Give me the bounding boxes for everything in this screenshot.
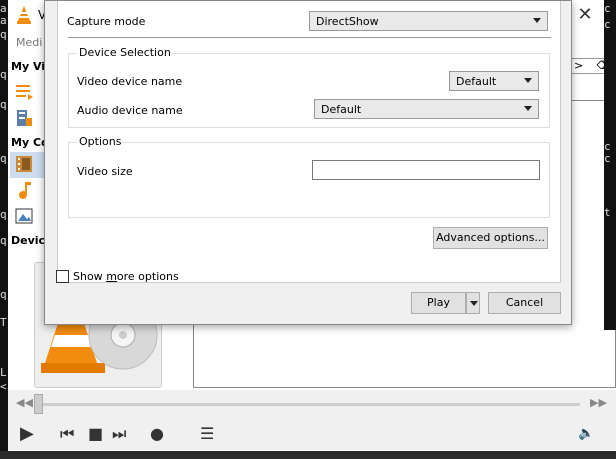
vlc-cone-icon bbox=[17, 6, 31, 24]
chevron-down-icon bbox=[524, 106, 532, 111]
previous-icon[interactable]: ⏮ bbox=[60, 425, 74, 443]
show-more-options-checkbox[interactable] bbox=[56, 270, 69, 283]
audio-device-dropdown[interactable]: Default bbox=[314, 99, 539, 119]
sidebar-heading-my-computer: My Co bbox=[11, 136, 49, 149]
play-options-dropdown[interactable] bbox=[466, 292, 480, 314]
terminal-background-right: ccc ct bbox=[604, 0, 616, 330]
show-more-options-label[interactable]: Show more options bbox=[73, 270, 179, 283]
divider bbox=[68, 37, 551, 38]
media-library-icon[interactable] bbox=[14, 108, 34, 128]
seek-forward-icon[interactable]: ▶▶ bbox=[590, 396, 607, 409]
capture-mode-label: Capture mode bbox=[67, 15, 146, 28]
play-button[interactable]: Play bbox=[411, 292, 466, 314]
audio-device-label: Audio device name bbox=[77, 104, 183, 117]
device-selection-group: Device Selection Video device name Defau… bbox=[68, 46, 550, 128]
chevron-down-icon bbox=[533, 18, 541, 23]
seek-handle[interactable] bbox=[34, 394, 43, 414]
playlist-toggle-icon[interactable]: ☰ bbox=[200, 425, 214, 443]
chevron-down-icon bbox=[524, 78, 532, 83]
device-selection-title: Device Selection bbox=[77, 46, 173, 59]
cancel-button[interactable]: Cancel bbox=[488, 292, 561, 314]
menu-media[interactable]: Medi bbox=[16, 36, 42, 49]
video-device-label: Video device name bbox=[77, 75, 183, 88]
next-icon[interactable]: ⏭ bbox=[112, 425, 126, 443]
dialog-content-panel: Capture mode DirectShow Device Selection… bbox=[57, 1, 561, 283]
play-icon[interactable]: ▶ bbox=[20, 425, 34, 443]
capture-mode-dropdown[interactable]: DirectShow bbox=[309, 11, 548, 31]
sidebar-heading-my-videos: My Vi bbox=[11, 60, 46, 73]
seek-back-icon[interactable]: ◀◀ bbox=[16, 396, 33, 409]
my-music-icon[interactable] bbox=[14, 180, 34, 200]
options-title: Options bbox=[77, 135, 124, 148]
my-pictures-icon[interactable] bbox=[14, 206, 34, 226]
my-videos-icon[interactable] bbox=[14, 154, 34, 174]
volume-icon[interactable]: 🔈 bbox=[578, 425, 594, 443]
video-size-label: Video size bbox=[77, 165, 133, 178]
playback-controls: ▶ ⏮ ■ ⏭ ● ☰ 🔈 bbox=[8, 418, 616, 450]
seek-bar-area: ◀◀ ▶▶ bbox=[8, 390, 616, 418]
seek-track[interactable] bbox=[40, 403, 580, 406]
window-close-button[interactable]: ✕ bbox=[570, 4, 600, 26]
playlist-icon[interactable] bbox=[14, 82, 34, 102]
video-device-dropdown[interactable]: Default bbox=[449, 71, 539, 91]
chevron-down-icon bbox=[470, 301, 478, 306]
options-group: Options Video size bbox=[68, 135, 550, 218]
advanced-options-button[interactable]: Advanced options... bbox=[433, 227, 548, 249]
stop-icon[interactable]: ■ bbox=[88, 425, 103, 443]
fullscreen-icon[interactable]: ● bbox=[150, 425, 164, 443]
video-size-input[interactable] bbox=[312, 160, 540, 180]
taskbar-strip bbox=[0, 451, 616, 459]
capture-device-dialog: Capture mode DirectShow Device Selection… bbox=[44, 0, 572, 325]
terminal-background-left: aaq qqq qqq T L < bbox=[0, 0, 8, 459]
